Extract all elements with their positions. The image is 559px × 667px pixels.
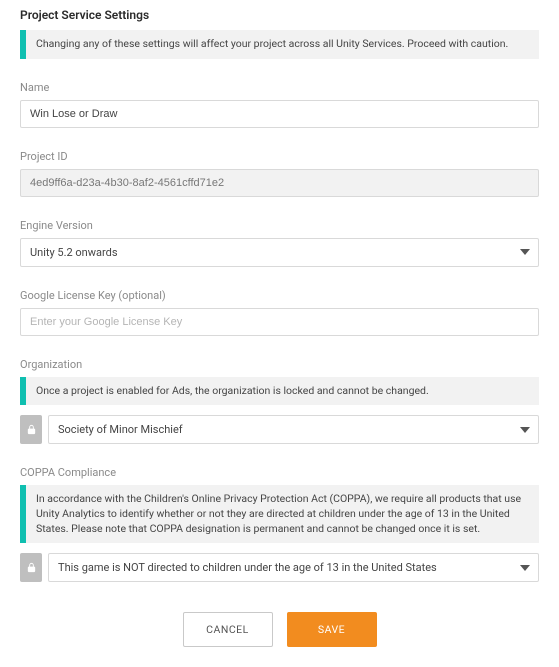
button-row: CANCEL SAVE bbox=[20, 612, 539, 647]
project-id-field: Project ID bbox=[20, 150, 539, 197]
save-button[interactable]: SAVE bbox=[287, 612, 377, 647]
google-license-input[interactable] bbox=[20, 308, 539, 336]
banner-text: Changing any of these settings will affe… bbox=[26, 30, 518, 59]
project-id-label: Project ID bbox=[20, 150, 539, 163]
lock-icon bbox=[20, 415, 42, 444]
organization-banner: Once a project is enabled for Ads, the o… bbox=[20, 377, 539, 406]
coppa-field: COPPA Compliance In accordance with the … bbox=[20, 466, 539, 582]
coppa-banner: In accordance with the Children's Online… bbox=[20, 485, 539, 543]
coppa-label: COPPA Compliance bbox=[20, 466, 539, 479]
coppa-banner-text: In accordance with the Children's Online… bbox=[26, 485, 539, 543]
warning-banner: Changing any of these settings will affe… bbox=[20, 30, 539, 59]
google-license-field: Google License Key (optional) bbox=[20, 289, 539, 336]
google-license-label: Google License Key (optional) bbox=[20, 289, 539, 302]
organization-label: Organization bbox=[20, 358, 539, 371]
name-input[interactable] bbox=[20, 100, 539, 128]
page-title: Project Service Settings bbox=[20, 8, 539, 22]
engine-version-field: Engine Version Unity 5.2 onwards bbox=[20, 219, 539, 267]
lock-icon bbox=[20, 553, 42, 582]
organization-banner-text: Once a project is enabled for Ads, the o… bbox=[26, 377, 439, 406]
name-label: Name bbox=[20, 81, 539, 94]
organization-select[interactable]: Society of Minor Mischief bbox=[48, 415, 539, 444]
coppa-select[interactable]: This game is NOT directed to children un… bbox=[48, 553, 539, 582]
engine-version-select[interactable]: Unity 5.2 onwards bbox=[20, 238, 539, 267]
organization-field: Organization Once a project is enabled f… bbox=[20, 358, 539, 445]
cancel-button[interactable]: CANCEL bbox=[183, 612, 273, 647]
project-id-input bbox=[20, 169, 539, 197]
engine-version-label: Engine Version bbox=[20, 219, 539, 232]
name-field: Name bbox=[20, 81, 539, 128]
